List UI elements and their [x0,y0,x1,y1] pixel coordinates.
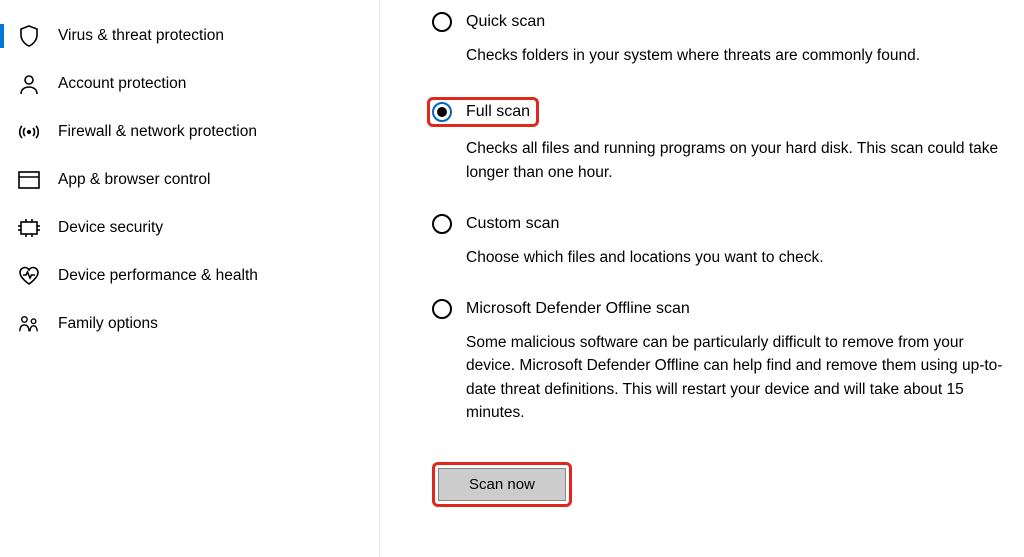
radio-label: Custom scan [466,215,559,233]
scan-now-button[interactable]: Scan now [438,468,566,501]
radio-label: Quick scan [466,13,545,31]
sidebar-item-family[interactable]: Family options [0,300,379,348]
family-icon [18,313,40,335]
chip-icon [18,217,40,239]
radio-label: Microsoft Defender Offline scan [466,300,690,318]
sidebar-item-virus-threat[interactable]: Virus & threat protection [0,12,379,60]
radio-quick-scan[interactable]: Quick scan [432,12,1016,32]
sidebar-item-label: Firewall & network protection [58,123,257,141]
radio-full-scan[interactable]: Full scan [427,97,539,127]
scan-button-highlight: Scan now [432,462,572,507]
sidebar: Virus & threat protection Account protec… [0,0,380,557]
shield-icon [18,25,40,47]
person-icon [18,73,40,95]
scan-option-full: Full scan Checks all files and running p… [432,97,1016,184]
sidebar-item-label: Account protection [58,75,186,93]
sidebar-item-performance[interactable]: Device performance & health [0,252,379,300]
scan-option-quick: Quick scan Checks folders in your system… [432,12,1016,67]
sidebar-item-label: Family options [58,315,158,333]
scan-option-offline: Microsoft Defender Offline scan Some mal… [432,299,1016,424]
radio-icon [432,12,452,32]
sidebar-item-device-security[interactable]: Device security [0,204,379,252]
option-description: Checks folders in your system where thre… [466,44,1016,67]
option-description: Choose which files and locations you wan… [466,246,1016,269]
sidebar-item-app-browser[interactable]: App & browser control [0,156,379,204]
radio-offline-scan[interactable]: Microsoft Defender Offline scan [432,299,1016,319]
sidebar-item-label: Device security [58,219,163,237]
sidebar-item-label: Virus & threat protection [58,27,224,45]
main-content: Quick scan Checks folders in your system… [380,0,1024,557]
radio-icon [432,299,452,319]
radio-icon-selected [432,102,452,122]
radio-icon [432,214,452,234]
heart-icon [18,265,40,287]
browser-icon [18,169,40,191]
option-description: Checks all files and running programs on… [466,137,1016,184]
option-description: Some malicious software can be particula… [466,331,1016,424]
antenna-icon [18,121,40,143]
sidebar-item-label: App & browser control [58,171,211,189]
sidebar-item-account[interactable]: Account protection [0,60,379,108]
radio-custom-scan[interactable]: Custom scan [432,214,1016,234]
sidebar-item-firewall[interactable]: Firewall & network protection [0,108,379,156]
sidebar-item-label: Device performance & health [58,267,258,285]
scan-option-custom: Custom scan Choose which files and locat… [432,214,1016,269]
radio-label: Full scan [466,103,530,121]
